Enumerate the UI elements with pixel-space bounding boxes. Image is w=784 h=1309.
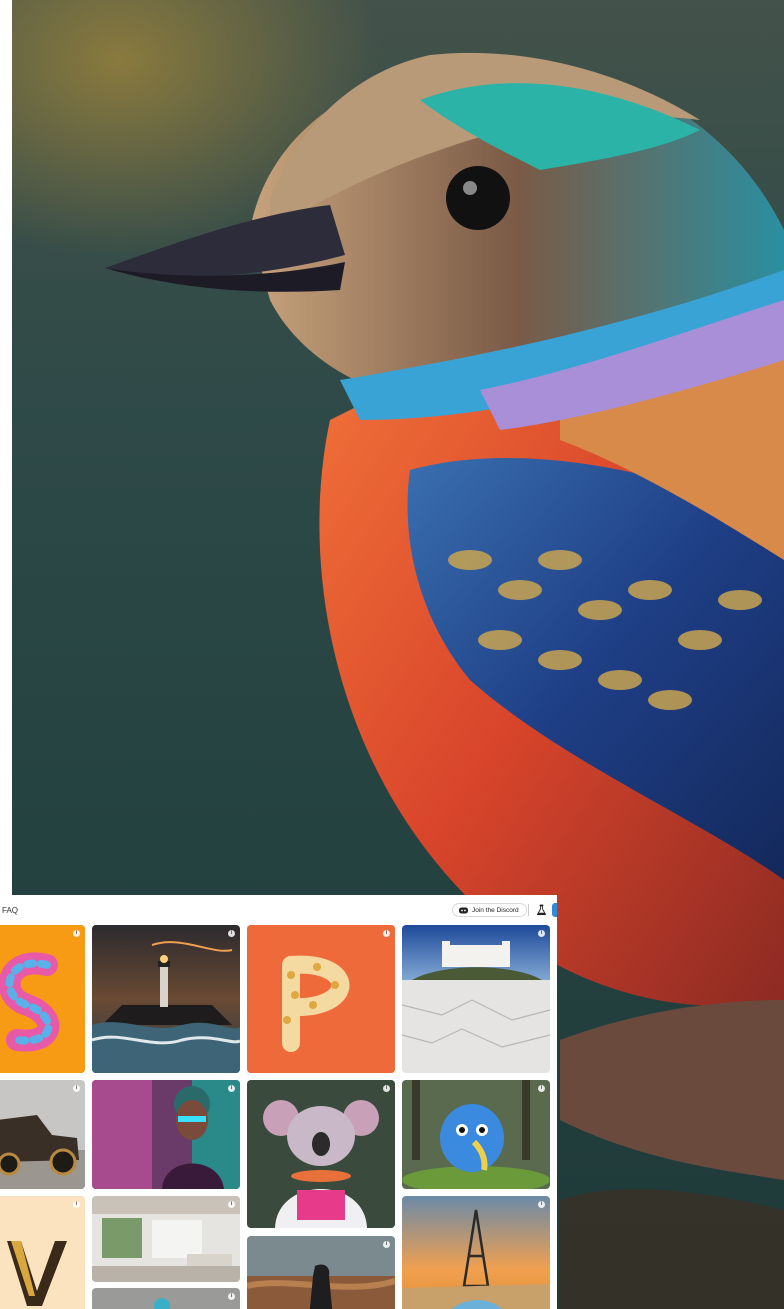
gallery-tile-blue-creature[interactable]: i — [402, 1080, 550, 1189]
tile-image — [247, 1236, 395, 1309]
gallery-tile-letter-v[interactable]: i — [0, 1196, 85, 1309]
info-icon[interactable]: i — [383, 930, 390, 937]
gallery-tile-interior[interactable]: i — [92, 1196, 240, 1282]
left-edge-strip — [0, 0, 12, 895]
faq-link[interactable]: FAQ — [2, 906, 18, 915]
tile-image — [0, 1196, 85, 1309]
info-icon[interactable]: i — [73, 1201, 80, 1208]
toolbar-divider — [528, 904, 529, 916]
flask-icon[interactable] — [537, 904, 546, 916]
tile-image — [247, 925, 395, 1073]
join-discord-label: Join the Discord — [472, 906, 519, 914]
info-icon[interactable]: i — [383, 1085, 390, 1092]
info-icon[interactable]: i — [228, 930, 235, 937]
info-icon[interactable]: i — [228, 1293, 235, 1300]
tile-image — [92, 925, 240, 1073]
profile-button-edge[interactable] — [552, 903, 557, 917]
tile-image — [402, 1080, 550, 1189]
info-icon[interactable]: i — [383, 1241, 390, 1248]
gallery-tile-white-castle[interactable]: i — [402, 925, 550, 1073]
tile-image — [92, 1196, 240, 1282]
gallery-tile-vintage-car[interactable]: i — [0, 1080, 85, 1189]
info-icon[interactable]: i — [73, 1085, 80, 1092]
gallery-tile-person-neon[interactable]: i — [92, 1080, 240, 1189]
gallery-tile-hooded-figure[interactable]: i — [247, 1236, 395, 1309]
info-icon[interactable]: i — [228, 1201, 235, 1208]
top-bar: FAQ Join the Discord — [0, 895, 557, 925]
gallery-tile-partial[interactable]: i — [92, 1288, 240, 1309]
discord-icon — [459, 907, 468, 913]
gallery-tile-letter-s[interactable]: i — [0, 925, 85, 1073]
info-icon[interactable]: i — [538, 930, 545, 937]
info-icon[interactable]: i — [73, 930, 80, 937]
tile-image — [0, 925, 85, 1073]
tile-image — [0, 1080, 85, 1189]
info-icon[interactable]: i — [538, 1201, 545, 1208]
tile-image — [402, 925, 550, 1073]
gallery-tile-eiffel-tower[interactable]: i — [402, 1196, 550, 1309]
info-icon[interactable]: i — [228, 1085, 235, 1092]
gallery-tile-lighthouse[interactable]: i — [92, 925, 240, 1073]
join-discord-button[interactable]: Join the Discord — [452, 903, 527, 917]
info-icon[interactable]: i — [538, 1085, 545, 1092]
tile-image — [247, 1080, 395, 1228]
tile-image — [92, 1288, 240, 1309]
tile-image — [92, 1080, 240, 1189]
gallery-tile-letter-p[interactable]: i — [247, 925, 395, 1073]
gallery-tile-koala-astronaut[interactable]: i — [247, 1080, 395, 1228]
tile-image — [402, 1196, 550, 1309]
gallery-window: FAQ Join the Discord i i i i i i i i i i… — [0, 895, 557, 1309]
